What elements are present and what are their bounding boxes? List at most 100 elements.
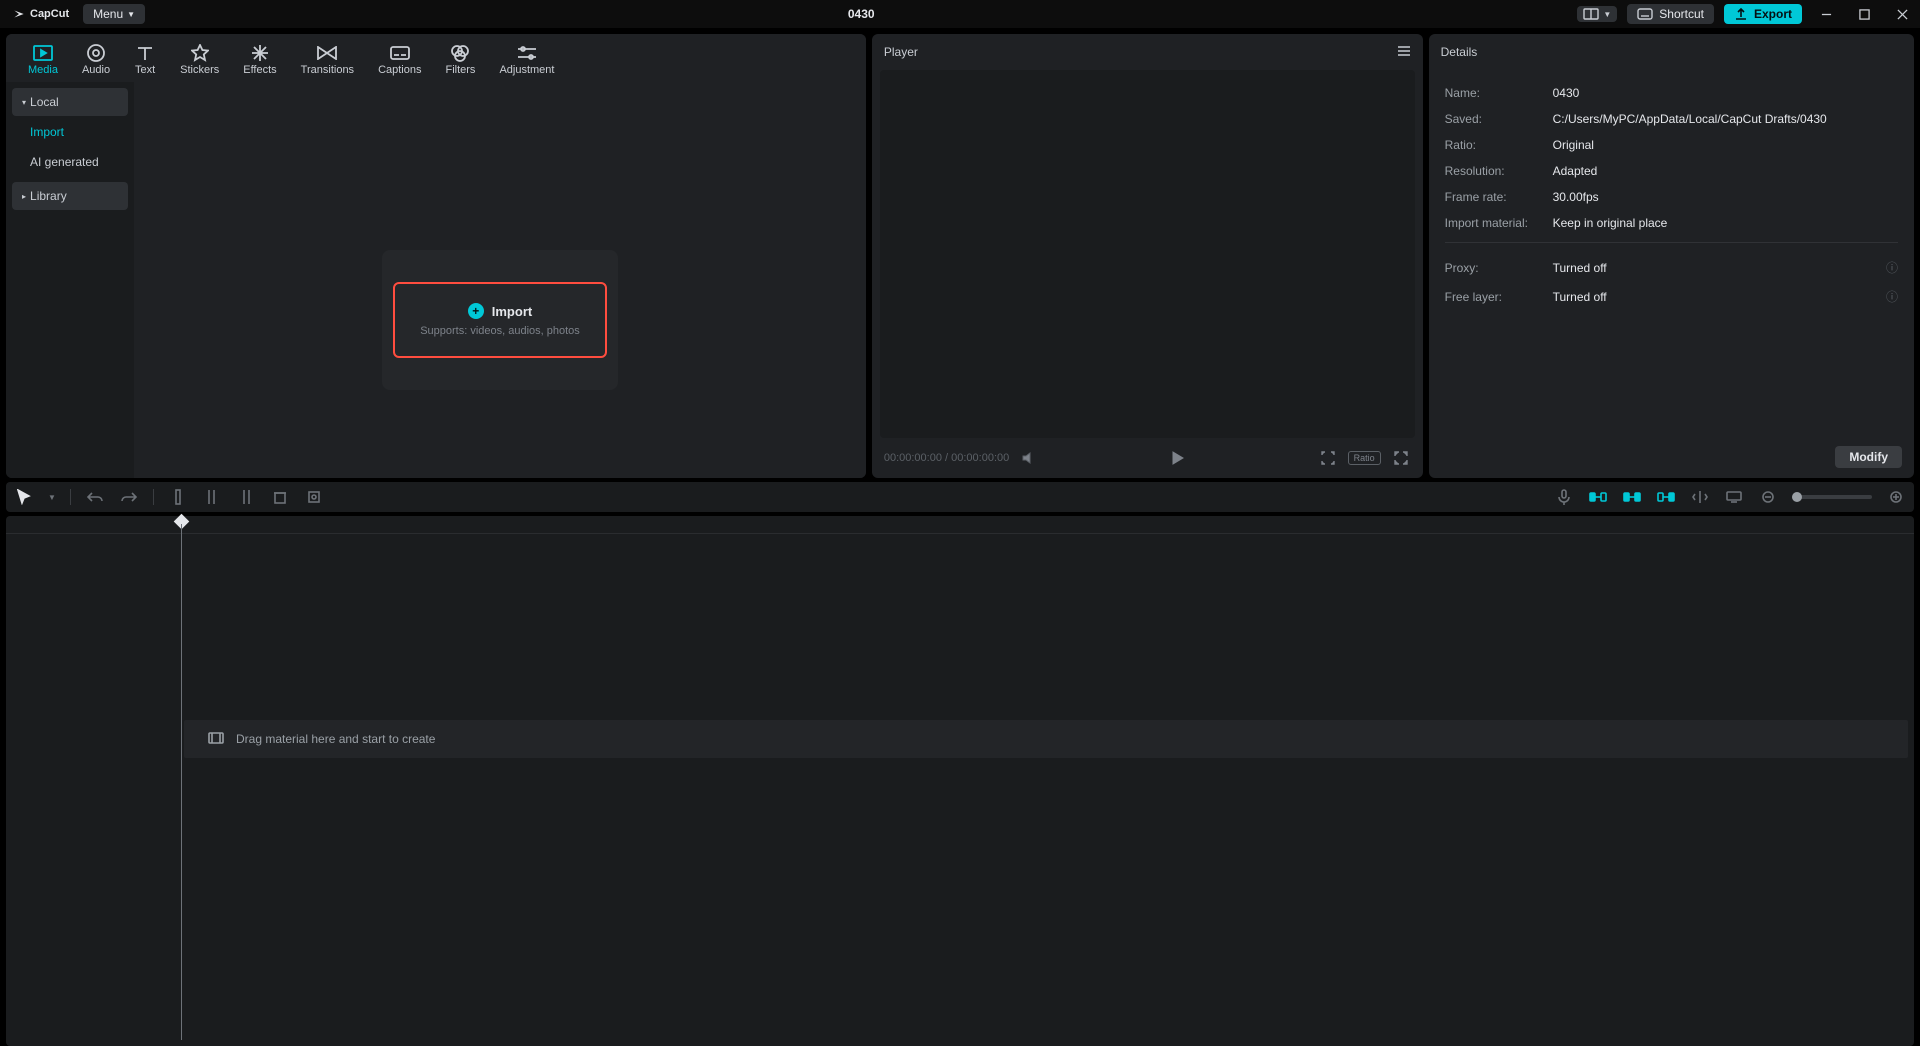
audio-icon [85, 44, 107, 62]
player-title: Player [884, 45, 918, 59]
tab-effects[interactable]: Effects [231, 40, 288, 82]
detail-label: Frame rate: [1445, 190, 1553, 204]
media-panel: Media Audio Text Stickers Effects Transi… [6, 34, 866, 478]
scan-icon[interactable] [1318, 448, 1338, 468]
caret-down-icon: ▾ [22, 98, 26, 107]
sidebar-item-label: Import [30, 125, 64, 139]
trim-right-tool[interactable] [236, 488, 256, 506]
detail-row-name: Name:0430 [1445, 80, 1898, 106]
crop-tool[interactable] [304, 488, 324, 506]
detail-value: 0430 [1553, 86, 1898, 100]
detail-label: Resolution: [1445, 164, 1553, 178]
fullscreen-icon[interactable] [1391, 448, 1411, 468]
menu-button[interactable]: Menu ▼ [83, 4, 145, 24]
filters-icon [449, 44, 471, 62]
media-icon [32, 44, 54, 62]
layout-icon [1583, 8, 1599, 20]
tab-label: Filters [445, 64, 475, 76]
caret-right-icon: ▸ [22, 192, 26, 201]
details-panel: Details Name:0430 Saved:C:/Users/MyPC/Ap… [1429, 34, 1914, 478]
plus-icon: + [468, 303, 484, 319]
delete-tool[interactable] [270, 488, 290, 506]
mic-icon[interactable] [1554, 488, 1574, 506]
media-sidebar: ▾Local Import AI generated ▸ Library [6, 82, 134, 478]
preview-tool[interactable] [1656, 488, 1676, 506]
panel-menu-icon[interactable] [1397, 45, 1411, 60]
ruler[interactable] [6, 516, 1914, 534]
sidebar-item-local[interactable]: ▾Local [12, 88, 128, 116]
text-icon [134, 44, 156, 62]
sidebar-item-library[interactable]: ▸ Library [12, 182, 128, 210]
sidebar-item-ai[interactable]: AI generated [12, 148, 128, 176]
monitor-icon[interactable] [1724, 488, 1744, 506]
tab-audio[interactable]: Audio [70, 40, 122, 82]
divider [70, 489, 71, 505]
detail-value: Keep in original place [1553, 216, 1898, 230]
detail-value: Turned off [1553, 261, 1886, 275]
chevron-down-icon: ▼ [127, 10, 135, 19]
timeline[interactable]: Drag material here and start to create [6, 516, 1914, 1046]
import-box[interactable]: + Import Supports: videos, audios, photo… [393, 282, 607, 358]
volume-icon[interactable] [1019, 448, 1039, 468]
sidebar-item-import[interactable]: Import [12, 118, 128, 146]
drop-track[interactable]: Drag material here and start to create [184, 720, 1908, 758]
chevron-down-icon: ▼ [1603, 10, 1611, 19]
play-button[interactable] [1168, 448, 1188, 468]
redo-button[interactable] [119, 488, 139, 506]
export-icon [1734, 7, 1748, 21]
ratio-toggle[interactable]: Ratio [1348, 451, 1381, 465]
link-tool[interactable] [1622, 488, 1642, 506]
tab-transitions[interactable]: Transitions [289, 40, 366, 82]
capcut-icon [12, 7, 26, 21]
panels-row: Media Audio Text Stickers Effects Transi… [0, 28, 1920, 478]
detail-label: Free layer: [1445, 290, 1553, 304]
player-transport: 00:00:00:00 / 00:00:00:00 Ratio [872, 438, 1423, 478]
align-tool[interactable] [1690, 488, 1710, 506]
import-dropzone[interactable]: + Import Supports: videos, audios, photo… [382, 250, 618, 390]
zoom-in-icon[interactable] [1886, 488, 1906, 506]
tab-filters[interactable]: Filters [433, 40, 487, 82]
detail-row-importmat: Import material:Keep in original place [1445, 210, 1898, 236]
export-button[interactable]: Export [1724, 4, 1802, 24]
captions-icon [389, 44, 411, 62]
tab-label: Transitions [301, 64, 354, 76]
minimize-button[interactable] [1812, 3, 1840, 25]
pointer-tool[interactable] [14, 488, 34, 506]
tab-label: Stickers [180, 64, 219, 76]
detail-label: Saved: [1445, 112, 1553, 126]
info-icon[interactable]: ⓘ [1886, 288, 1898, 305]
layout-switch[interactable]: ▼ [1577, 6, 1617, 22]
shortcut-label: Shortcut [1659, 7, 1704, 21]
transitions-icon [316, 44, 338, 62]
tab-label: Media [28, 64, 58, 76]
tab-stickers[interactable]: Stickers [168, 40, 231, 82]
app-logo: CapCut [4, 7, 77, 21]
trim-left-tool[interactable] [202, 488, 222, 506]
shortcut-button[interactable]: Shortcut [1627, 4, 1714, 24]
zoom-slider[interactable] [1792, 495, 1872, 499]
tab-label: Adjustment [499, 64, 554, 76]
tab-media[interactable]: Media [16, 40, 70, 82]
tab-captions[interactable]: Captions [366, 40, 433, 82]
tab-text[interactable]: Text [122, 40, 168, 82]
divider [1445, 242, 1898, 243]
chevron-down-icon[interactable]: ▼ [48, 493, 56, 502]
close-button[interactable] [1888, 3, 1916, 25]
tab-adjustment[interactable]: Adjustment [487, 40, 566, 82]
split-tool[interactable] [168, 488, 188, 506]
tab-label: Audio [82, 64, 110, 76]
title-bar: CapCut Menu ▼ 0430 ▼ Shortcut Export [0, 0, 1920, 28]
mode-tabs: Media Audio Text Stickers Effects Transi… [6, 34, 866, 82]
maximize-button[interactable] [1850, 3, 1878, 25]
import-subtext: Supports: videos, audios, photos [420, 325, 580, 337]
modify-button[interactable]: Modify [1835, 446, 1902, 468]
zoom-out-icon[interactable] [1758, 488, 1778, 506]
sidebar-item-label: AI generated [30, 155, 99, 169]
detail-label: Ratio: [1445, 138, 1553, 152]
undo-button[interactable] [85, 488, 105, 506]
info-icon[interactable]: ⓘ [1886, 259, 1898, 276]
sidebar-item-label: Library [30, 189, 67, 203]
timecode: 00:00:00:00 / 00:00:00:00 [884, 452, 1009, 464]
detail-row-saved: Saved:C:/Users/MyPC/AppData/Local/CapCut… [1445, 106, 1898, 132]
magnet-tool[interactable] [1588, 488, 1608, 506]
